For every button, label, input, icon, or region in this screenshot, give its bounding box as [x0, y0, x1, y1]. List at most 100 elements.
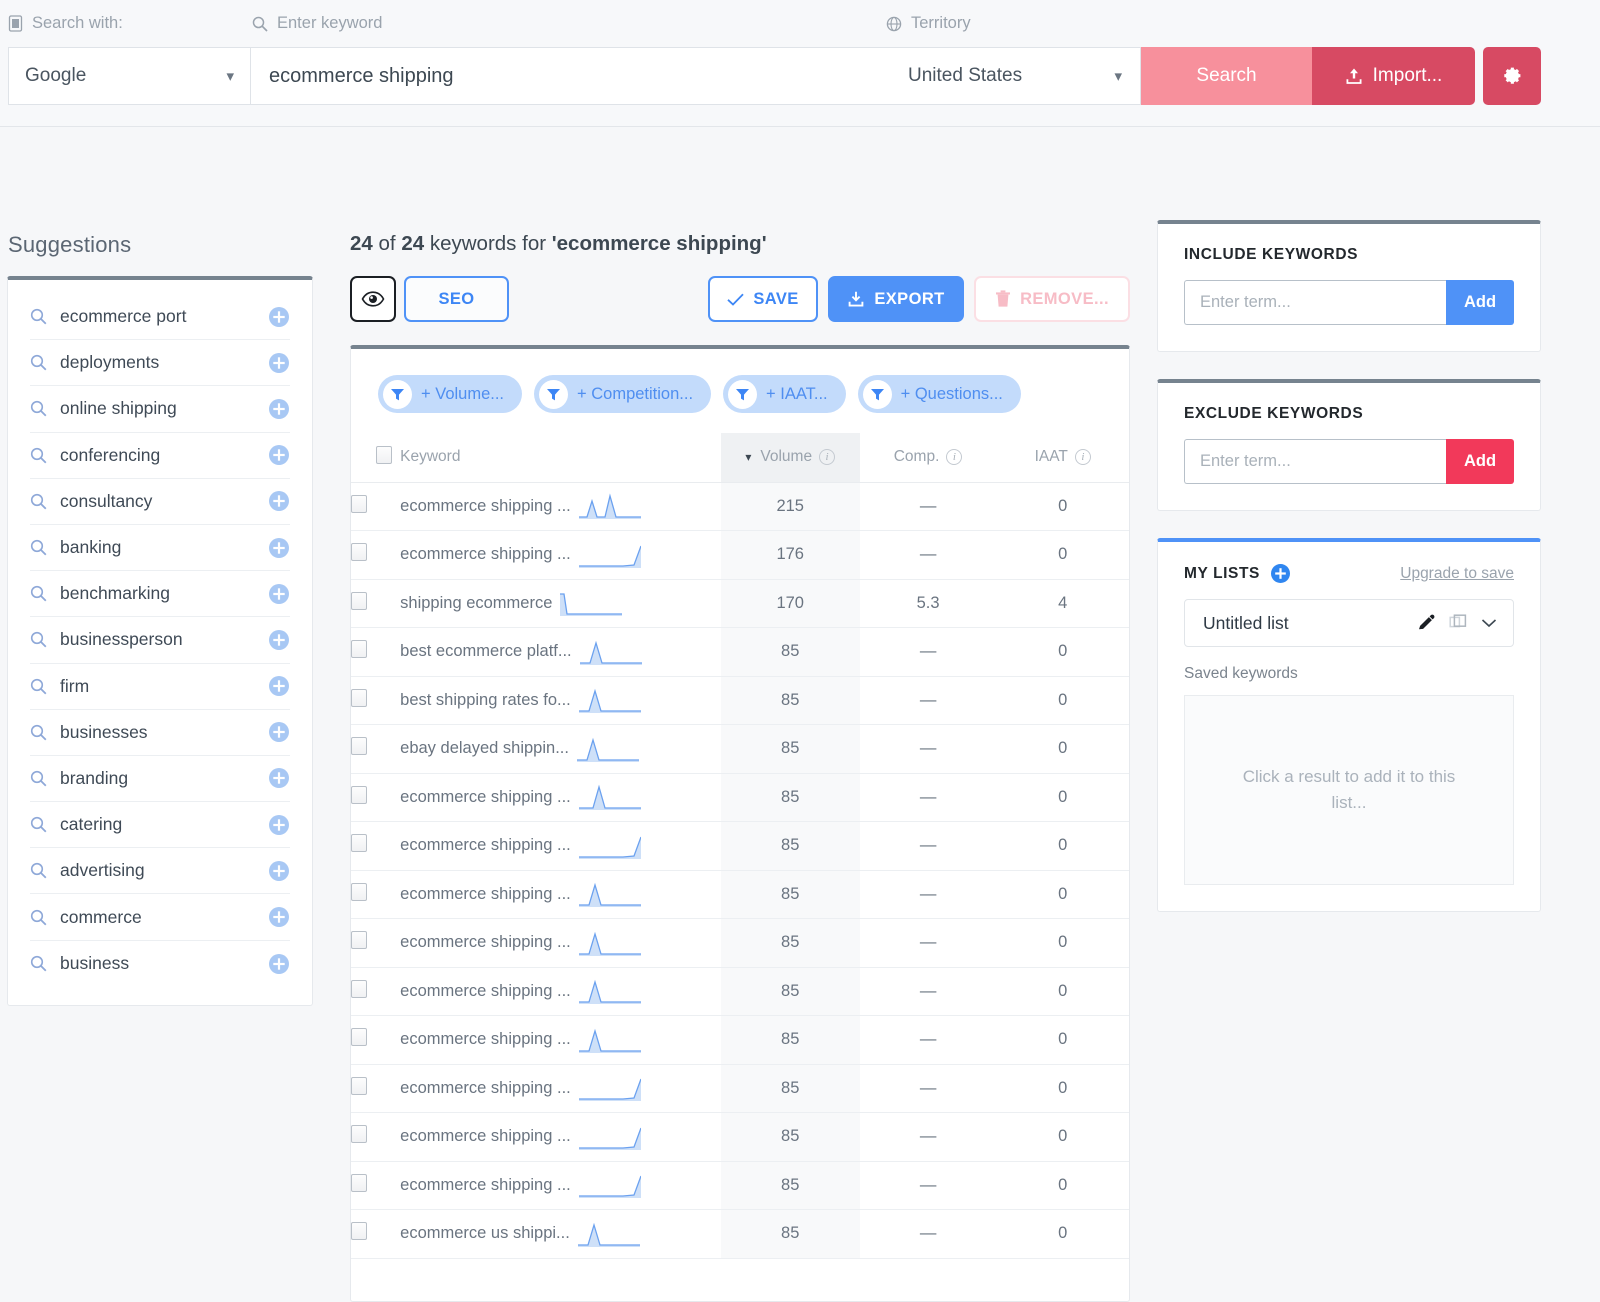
row-checkbox[interactable] — [351, 737, 367, 756]
suggestion-item[interactable]: advertising — [30, 848, 290, 895]
table-row[interactable]: best ecommerce platf... 85—0 — [351, 627, 1129, 677]
search-engine-select[interactable]: Google ▾ — [8, 47, 251, 105]
exclude-term-input[interactable] — [1184, 439, 1446, 484]
row-checkbox[interactable] — [351, 543, 367, 562]
row-checkbox[interactable] — [351, 785, 367, 804]
filter-pill[interactable]: + Questions... — [857, 375, 1021, 413]
suggestion-item[interactable]: catering — [30, 802, 290, 849]
keyword-input[interactable]: ecommerce shipping — [251, 47, 891, 105]
add-suggestion-icon[interactable] — [268, 445, 290, 466]
search-icon — [30, 400, 60, 417]
row-checkbox[interactable] — [351, 1222, 367, 1241]
import-button[interactable]: Import... — [1312, 47, 1475, 105]
add-suggestion-icon[interactable] — [268, 907, 290, 928]
row-checkbox[interactable] — [351, 494, 367, 513]
competition-column-header[interactable]: Comp. i — [859, 433, 997, 483]
exclude-add-button[interactable]: Add — [1446, 439, 1514, 484]
include-term-input[interactable] — [1184, 280, 1446, 325]
add-suggestion-icon[interactable] — [268, 768, 290, 789]
preview-toggle-button[interactable] — [350, 276, 396, 322]
suggestion-item[interactable]: deployments — [30, 340, 290, 387]
iaat-cell: 0 — [996, 1015, 1129, 1065]
volume-column-header[interactable]: ▾ Volume i — [720, 433, 860, 483]
list-selector[interactable]: Untitled list — [1184, 599, 1514, 647]
competition-cell: — — [859, 1112, 997, 1162]
table-row[interactable]: ecommerce shipping ... 85—0 — [351, 918, 1129, 968]
filter-pill[interactable]: + Volume... — [378, 375, 523, 413]
add-suggestion-icon[interactable] — [268, 814, 290, 835]
info-icon[interactable]: i — [946, 449, 963, 466]
table-row[interactable]: shipping ecommerce 170 5.3 4 — [351, 579, 1129, 628]
add-suggestion-icon[interactable] — [268, 537, 290, 558]
include-add-button[interactable]: Add — [1446, 280, 1514, 325]
table-row[interactable]: ecommerce shipping ... 215—0 — [351, 482, 1129, 531]
settings-button[interactable] — [1483, 47, 1541, 105]
keyword-column-header[interactable]: Keyword — [400, 433, 721, 483]
row-checkbox[interactable] — [351, 1028, 367, 1047]
suggestion-item[interactable]: business — [30, 941, 290, 987]
search-button[interactable]: Search — [1141, 47, 1312, 105]
add-list-icon[interactable] — [1271, 564, 1290, 583]
row-checkbox[interactable] — [351, 979, 367, 998]
export-button[interactable]: EXPORT — [828, 276, 964, 322]
row-checkbox[interactable] — [351, 1173, 367, 1192]
table-row[interactable]: ecommerce shipping ... 85—0 — [351, 870, 1129, 919]
row-checkbox[interactable] — [351, 688, 367, 707]
row-checkbox[interactable] — [351, 640, 367, 659]
table-row[interactable]: ecommerce shipping ... 85—0 — [351, 1015, 1129, 1065]
territory-select[interactable]: United States ▾ — [890, 47, 1141, 105]
table-row[interactable]: ecommerce shipping ... 85—0 — [351, 1064, 1129, 1113]
filter-pill[interactable]: + Competition... — [534, 375, 712, 413]
suggestion-item[interactable]: ecommerce port — [30, 294, 290, 341]
suggestion-item[interactable]: consultancy — [30, 479, 290, 525]
suggestion-item[interactable]: branding — [30, 756, 290, 803]
sort-desc-icon: ▾ — [745, 450, 752, 465]
info-icon[interactable]: i — [819, 449, 836, 466]
row-checkbox[interactable] — [351, 1076, 367, 1095]
add-suggestion-icon[interactable] — [268, 953, 290, 974]
add-suggestion-icon[interactable] — [268, 583, 290, 604]
table-row[interactable]: ecommerce us shippi... 85—0 — [351, 1209, 1129, 1259]
suggestion-item[interactable]: commerce — [30, 894, 290, 941]
table-row[interactable]: best shipping rates fo... 85—0 — [351, 676, 1129, 725]
table-row[interactable]: ebay delayed shippin... 85—0 — [351, 724, 1129, 774]
table-row[interactable]: ecommerce shipping ... 85—0 — [351, 821, 1129, 871]
iaat-column-header[interactable]: IAAT i — [996, 433, 1129, 483]
keyword-text: ecommerce shipping ... — [400, 884, 571, 903]
suggestion-item[interactable]: benchmarking — [30, 571, 290, 618]
suggestion-item[interactable]: banking — [30, 525, 290, 572]
table-row[interactable]: ecommerce shipping ... 85—0 — [351, 1161, 1129, 1210]
duplicate-icon[interactable] — [1449, 614, 1467, 632]
row-checkbox[interactable] — [351, 882, 367, 901]
add-suggestion-icon[interactable] — [268, 306, 290, 327]
table-row[interactable]: ecommerce shipping ... 85—0 — [351, 967, 1129, 1016]
add-suggestion-icon[interactable] — [268, 352, 290, 373]
row-checkbox[interactable] — [351, 931, 367, 950]
suggestion-item[interactable]: online shipping — [30, 386, 290, 433]
suggestion-item[interactable]: businesses — [30, 710, 290, 756]
edit-pencil-icon[interactable] — [1417, 614, 1435, 632]
add-suggestion-icon[interactable] — [268, 398, 290, 419]
filter-pill[interactable]: + IAAT... — [723, 375, 846, 413]
table-row[interactable]: ecommerce shipping ... 85—0 — [351, 1112, 1129, 1162]
info-icon[interactable]: i — [1074, 449, 1091, 466]
table-row[interactable]: ecommerce shipping ... 85—0 — [351, 773, 1129, 822]
table-row[interactable]: ecommerce shipping ... 176—0 — [351, 530, 1129, 580]
upgrade-to-save-link[interactable]: Upgrade to save — [1400, 565, 1514, 583]
seo-tab-button[interactable]: SEO — [404, 276, 509, 322]
suggestion-item[interactable]: conferencing — [30, 433, 290, 479]
row-checkbox[interactable] — [351, 1125, 367, 1144]
add-suggestion-icon[interactable] — [268, 860, 290, 881]
suggestion-item[interactable]: firm — [30, 664, 290, 710]
competition-cell: — — [859, 1015, 997, 1065]
add-suggestion-icon[interactable] — [268, 676, 290, 697]
add-suggestion-icon[interactable] — [268, 722, 290, 743]
chevron-down-icon[interactable] — [1481, 618, 1497, 628]
row-checkbox[interactable] — [351, 834, 367, 853]
row-checkbox[interactable] — [351, 591, 367, 610]
suggestion-item[interactable]: businessperson — [30, 617, 290, 664]
select-all-checkbox[interactable] — [376, 445, 392, 464]
save-button[interactable]: SAVE — [708, 276, 818, 322]
add-suggestion-icon[interactable] — [268, 629, 290, 650]
add-suggestion-icon[interactable] — [268, 491, 290, 512]
